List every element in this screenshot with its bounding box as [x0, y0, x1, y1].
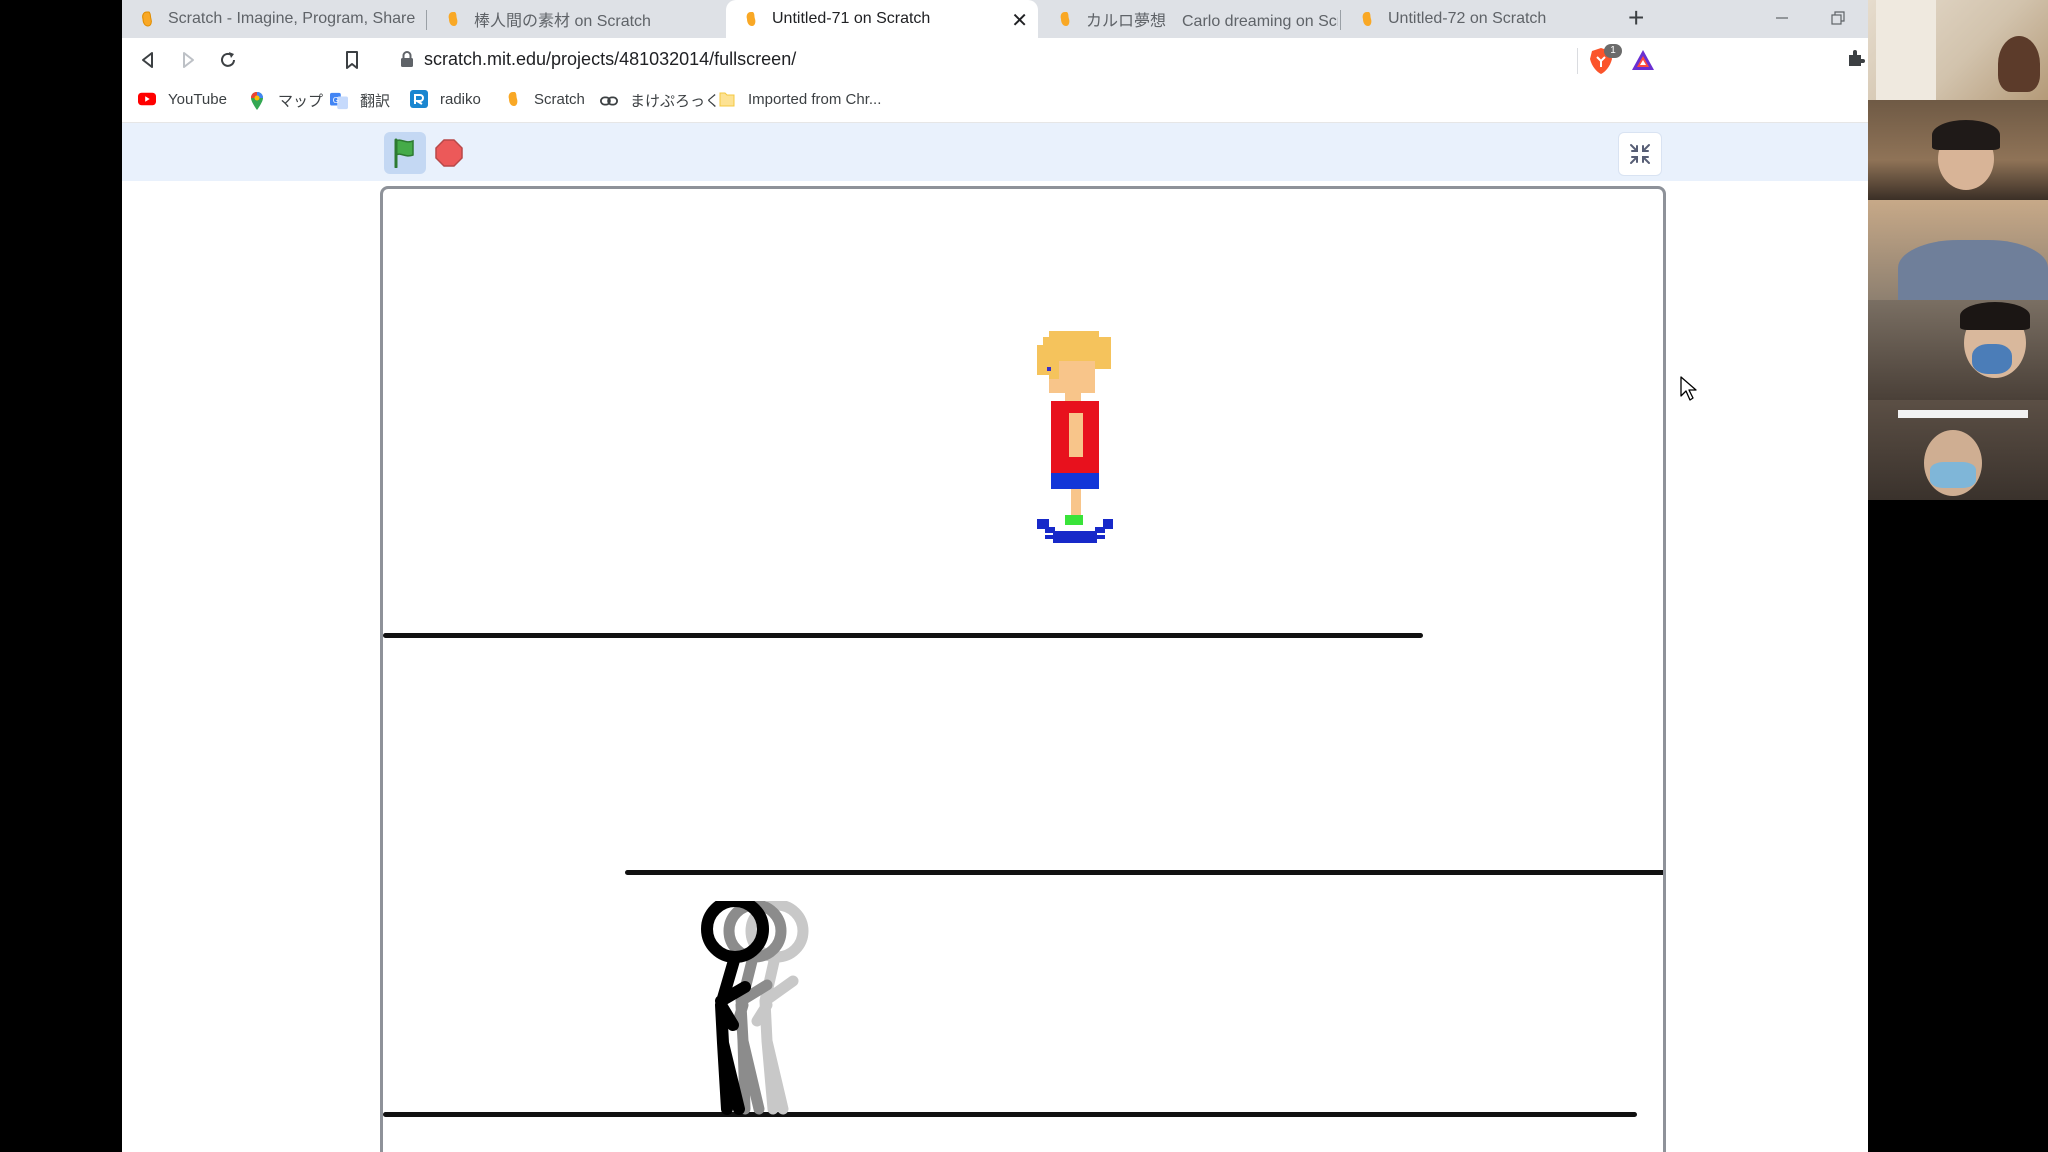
- tab-title: カルロ夢想 Carlo dreaming on Scratch: [1086, 13, 1338, 30]
- green-flag-icon: [394, 138, 414, 168]
- toolbar-divider: [1577, 48, 1578, 74]
- bookmark-icon: [346, 51, 358, 69]
- forward-button[interactable]: [174, 46, 202, 74]
- bookmark-label: Scratch: [534, 90, 585, 108]
- forward-arrow-icon: [183, 52, 194, 68]
- svg-text:G: G: [333, 95, 339, 104]
- brave-rewards-icon[interactable]: [1630, 48, 1656, 72]
- bookmark-button[interactable]: [338, 46, 366, 74]
- stop-sign-icon: [435, 139, 463, 167]
- scratch-stage[interactable]: [380, 186, 1666, 1152]
- bookmark-label: まけぷろっく: [630, 93, 721, 110]
- stop-button[interactable]: [434, 138, 464, 168]
- tab-separator: [426, 10, 427, 30]
- tab-title: Untitled-71 on Scratch: [772, 10, 931, 27]
- restore-icon[interactable]: [1830, 10, 1846, 26]
- scratch-icon: [142, 11, 152, 27]
- video-participant-4: [1868, 300, 2048, 400]
- brave-shields-button[interactable]: 1: [1586, 44, 1622, 76]
- tab-separator: [1340, 10, 1341, 30]
- tab-untitled-71[interactable]: Untitled-71 on Scratch ✕: [726, 0, 1038, 38]
- bookmark-scratch[interactable]: Scratch: [504, 90, 585, 108]
- back-button[interactable]: [134, 46, 162, 74]
- tab-untitled-72[interactable]: Untitled-72 on Scratch: [1342, 0, 1612, 38]
- tab-scratch-home[interactable]: Scratch - Imagine, Program, Share: [122, 0, 426, 38]
- minimize-icon[interactable]: [1774, 10, 1790, 26]
- link-icon: [600, 96, 618, 105]
- video-participant-3: [1868, 200, 2048, 300]
- bookmark-label: Imported from Chr...: [748, 90, 882, 108]
- platform-line-top: [383, 633, 1423, 638]
- scratch-icon: [1060, 12, 1070, 26]
- scratch-icon: [1362, 12, 1372, 26]
- translate-icon: G: [330, 92, 348, 109]
- tab-title: Scratch - Imagine, Program, Share: [168, 10, 416, 27]
- bookmark-label: radiko: [440, 90, 481, 108]
- bookmark-label: マップ: [278, 93, 324, 110]
- video-participant-1: [1868, 0, 2048, 100]
- youtube-icon: [138, 92, 156, 106]
- bookmark-folder-imported[interactable]: Imported from Chr...: [718, 90, 881, 108]
- platform-line-bottom: [383, 1112, 1637, 1117]
- back-arrow-icon: [142, 52, 153, 68]
- pixel-boy-sprite[interactable]: [1035, 327, 1115, 555]
- extensions-puzzle-icon[interactable]: [1846, 48, 1866, 68]
- folder-icon: [719, 92, 735, 107]
- tab-strip: Scratch - Imagine, Program, Share 棒人間の素材…: [122, 0, 1868, 38]
- video-participant-2: [1868, 100, 2048, 200]
- tab-title: Untitled-72 on Scratch: [1388, 10, 1547, 27]
- close-icon[interactable]: ✕: [1011, 8, 1028, 33]
- lock-icon[interactable]: [400, 50, 414, 68]
- bookmark-label: 翻訳: [360, 93, 391, 110]
- bookmark-youtube[interactable]: YouTube: [138, 90, 227, 108]
- radiko-icon: [410, 90, 428, 108]
- new-tab-button[interactable]: +: [1628, 4, 1644, 32]
- url-text[interactable]: scratch.mit.edu/projects/481032014/fulls…: [424, 49, 796, 70]
- stick-figure-sprite[interactable]: [697, 901, 857, 1115]
- maps-pin-icon: [251, 91, 263, 110]
- tab-stickman-materials[interactable]: 棒人間の素材 on Scratch: [428, 0, 724, 38]
- reload-button[interactable]: [214, 46, 242, 74]
- bookmark-radiko[interactable]: radiko: [410, 90, 481, 108]
- brave-badge-count: 1: [1604, 44, 1622, 58]
- platform-line-middle: [625, 870, 1663, 875]
- browser-window: Scratch - Imagine, Program, Share 棒人間の素材…: [122, 0, 1868, 1152]
- exit-fullscreen-button[interactable]: [1618, 132, 1662, 176]
- bookmark-makeblock[interactable]: まけぷろっく: [600, 90, 720, 111]
- reload-icon: [221, 52, 235, 67]
- scratch-icon: [448, 12, 458, 26]
- scratch-icon: [508, 92, 518, 106]
- bookmark-translate[interactable]: G 翻訳: [330, 90, 390, 111]
- bookmark-maps[interactable]: マップ: [248, 90, 323, 111]
- bookmark-label: YouTube: [168, 90, 227, 108]
- green-flag-button[interactable]: [384, 132, 426, 174]
- mouse-cursor-icon: [1680, 376, 1697, 401]
- exit-fullscreen-icon: [1630, 144, 1650, 164]
- tab-carlo-dreaming[interactable]: カルロ夢想 Carlo dreaming on Scratch: [1040, 0, 1338, 38]
- tab-title: 棒人間の素材 on Scratch: [474, 13, 651, 30]
- scratch-icon: [746, 12, 756, 26]
- video-participant-5: [1868, 400, 2048, 500]
